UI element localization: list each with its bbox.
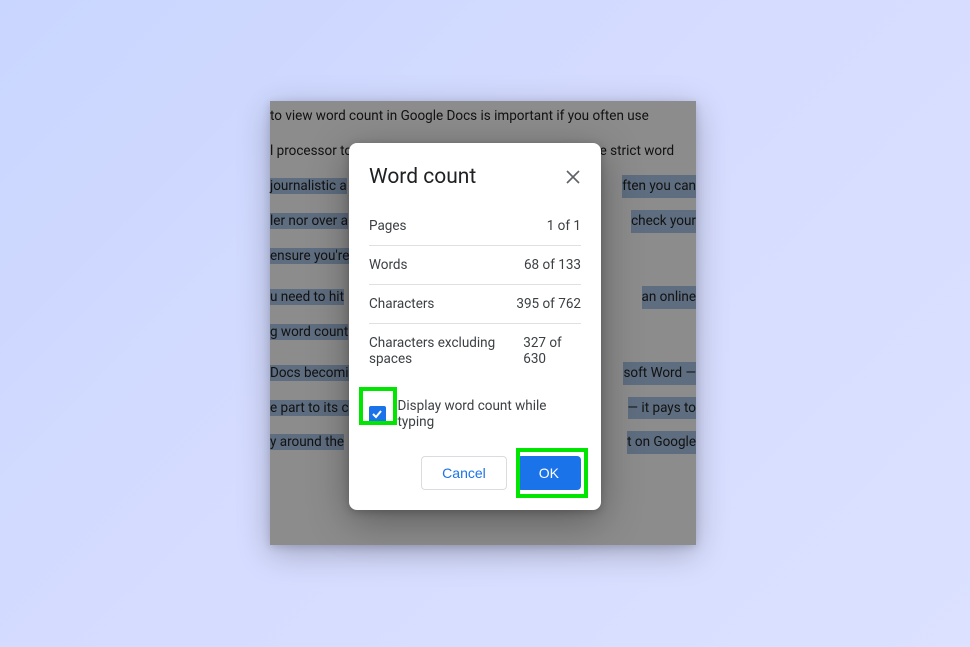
stat-row-characters-no-spaces: Characters excluding spaces 327 of 630 — [369, 324, 581, 378]
checkbox-label: Display word count while typing — [398, 398, 582, 430]
cancel-button[interactable]: Cancel — [421, 456, 507, 490]
stat-label: Pages — [369, 218, 407, 234]
dialog-title: Word count — [369, 165, 476, 189]
display-while-typing-checkbox[interactable] — [369, 406, 386, 423]
ok-button[interactable]: OK — [517, 456, 581, 490]
dialog-header: Word count — [369, 165, 581, 189]
stat-value: 68 of 133 — [524, 257, 581, 273]
stat-row-words: Words 68 of 133 — [369, 246, 581, 285]
word-count-dialog: Word count Pages 1 of 1 Words 68 of 133 … — [349, 143, 601, 510]
stat-value: 1 of 1 — [547, 218, 581, 234]
stat-row-pages: Pages 1 of 1 — [369, 207, 581, 246]
stat-value: 327 of 630 — [523, 335, 581, 367]
stat-value: 395 of 762 — [516, 296, 581, 312]
stat-label: Characters — [369, 296, 434, 312]
stat-row-characters: Characters 395 of 762 — [369, 285, 581, 324]
dialog-footer: Cancel OK — [369, 456, 581, 490]
close-icon — [566, 170, 580, 184]
checkmark-icon — [371, 408, 383, 420]
stat-label: Characters excluding spaces — [369, 335, 523, 367]
close-button[interactable] — [565, 169, 581, 185]
display-while-typing-row: Display word count while typing — [369, 398, 581, 430]
stat-label: Words — [369, 257, 408, 273]
stats-table: Pages 1 of 1 Words 68 of 133 Characters … — [369, 207, 581, 378]
